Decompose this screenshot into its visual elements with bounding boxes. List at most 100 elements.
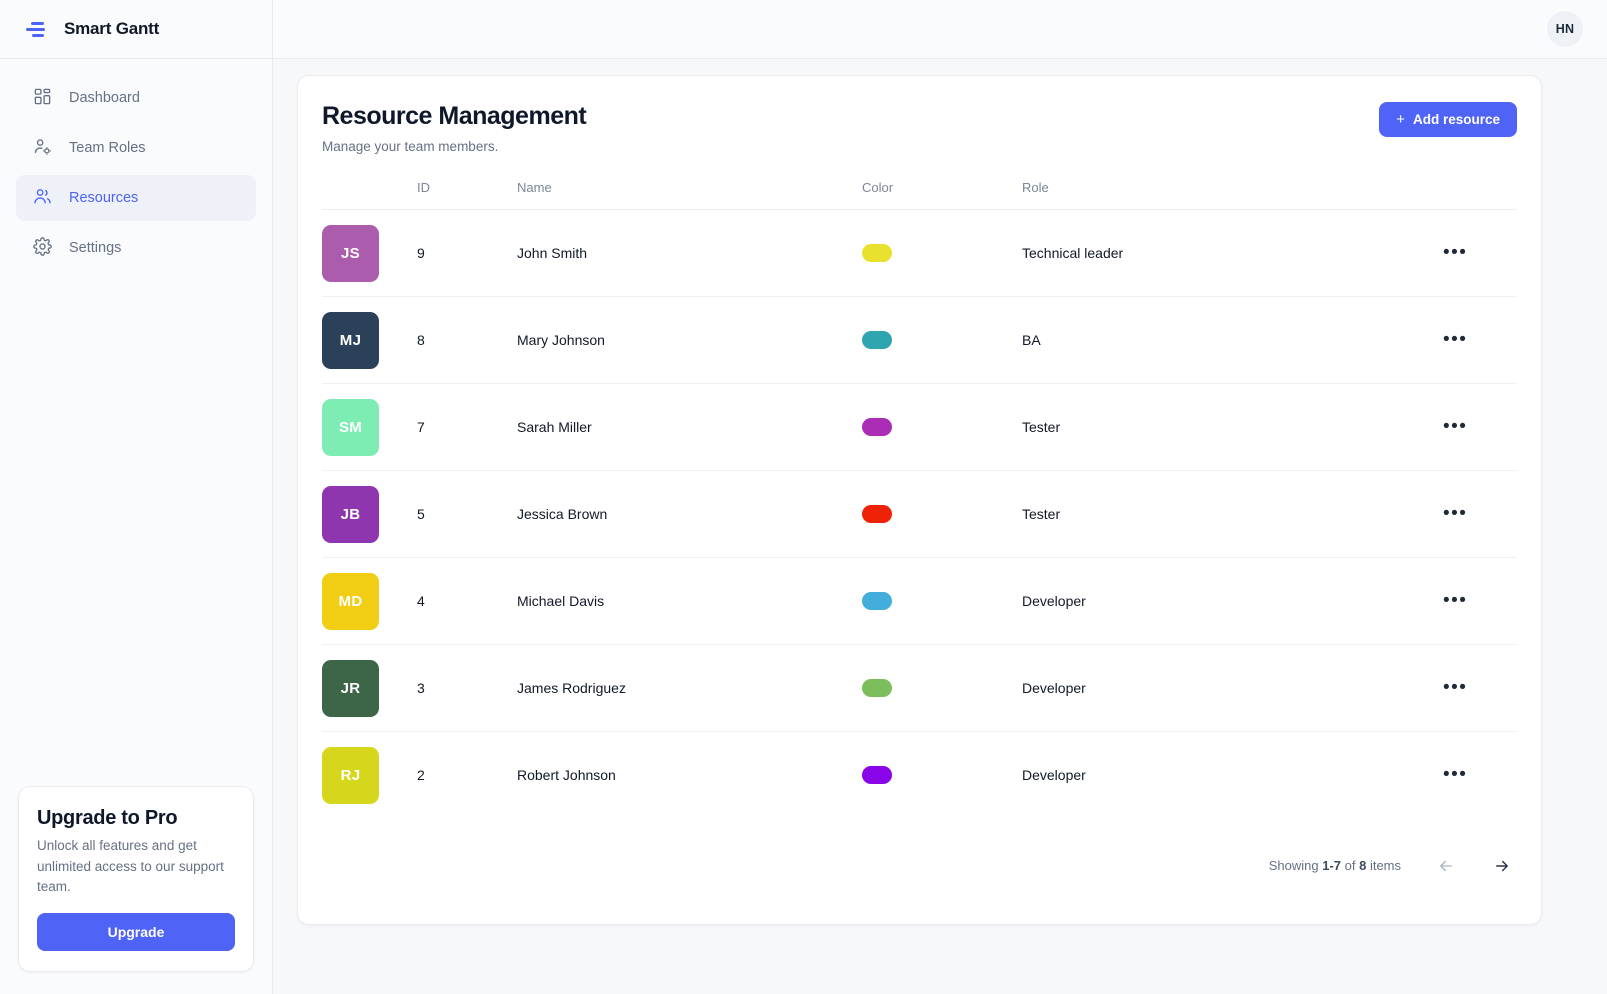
- ellipsis-icon[interactable]: •••: [1437, 244, 1473, 262]
- table-row[interactable]: JB 5Jessica Brown Tester•••: [322, 471, 1517, 558]
- cell-name: Jessica Brown: [517, 471, 862, 558]
- column-header-actions: [1437, 180, 1517, 210]
- table-head: ID Name Color Role: [322, 180, 1517, 210]
- cell-color: [862, 297, 1022, 384]
- add-resource-label: Add resource: [1413, 112, 1500, 127]
- app-root: Smart Gantt Dashboard: [0, 0, 1607, 994]
- cell-name: James Rodriguez: [517, 645, 862, 732]
- avatar: RJ: [322, 747, 379, 804]
- cell-avatar: JS: [322, 210, 417, 297]
- add-resource-button[interactable]: + Add resource: [1379, 102, 1517, 137]
- sidebar-spacer: [0, 271, 272, 786]
- sidebar-item-label: Team Roles: [69, 140, 146, 156]
- ellipsis-icon[interactable]: •••: [1437, 418, 1473, 436]
- pagination-prefix: Showing: [1269, 858, 1322, 873]
- upgrade-description: Unlock all features and get unlimited ac…: [37, 836, 235, 897]
- brand-title: Smart Gantt: [64, 19, 159, 39]
- resource-card: Resource Management Manage your team mem…: [297, 75, 1542, 925]
- users-icon: [33, 187, 52, 210]
- cell-color: [862, 732, 1022, 819]
- cell-actions: •••: [1437, 732, 1517, 819]
- cell-actions: •••: [1437, 645, 1517, 732]
- table-row[interactable]: RJ 2Robert Johnson Developer•••: [322, 732, 1517, 819]
- upgrade-button[interactable]: Upgrade: [37, 913, 235, 951]
- avatar: JR: [322, 660, 379, 717]
- gear-icon: [33, 237, 52, 260]
- pagination-of: of: [1341, 858, 1359, 873]
- ellipsis-icon[interactable]: •••: [1437, 592, 1473, 610]
- cell-name: Robert Johnson: [517, 732, 862, 819]
- table-row[interactable]: JR3James RodriguezDeveloper•••: [322, 645, 1517, 732]
- color-swatch: [862, 766, 892, 784]
- sidebar-nav: Dashboard Team Roles R: [0, 59, 272, 271]
- table-row[interactable]: JS 9John Smith Technical leader•••: [322, 210, 1517, 297]
- color-swatch: [862, 505, 892, 523]
- cell-role: BA: [1022, 297, 1437, 384]
- cell-role: Tester: [1022, 471, 1437, 558]
- cell-name: John Smith: [517, 210, 862, 297]
- color-swatch: [862, 418, 892, 436]
- arrow-left-icon[interactable]: [1435, 857, 1457, 875]
- cell-id: 5: [417, 471, 517, 558]
- cell-id: 7: [417, 384, 517, 471]
- table-header-row: ID Name Color Role: [322, 180, 1517, 210]
- cell-avatar: MD: [322, 558, 417, 645]
- cell-avatar: SM: [322, 384, 417, 471]
- sidebar-item-label: Settings: [69, 240, 121, 256]
- table-body: JS9John SmithTechnical leader•••MJ8Mary …: [322, 210, 1517, 819]
- avatar: SM: [322, 399, 379, 456]
- pagination-suffix: items: [1366, 858, 1401, 873]
- cell-role: Technical leader: [1022, 210, 1437, 297]
- card-header: Resource Management Manage your team mem…: [322, 102, 1517, 154]
- cell-role: Developer: [1022, 732, 1437, 819]
- cell-color: [862, 645, 1022, 732]
- upgrade-title: Upgrade to Pro: [37, 807, 235, 830]
- sidebar-item-team-roles[interactable]: Team Roles: [16, 125, 256, 171]
- column-header-role: Role: [1022, 180, 1437, 210]
- cell-actions: •••: [1437, 471, 1517, 558]
- arrow-right-icon[interactable]: [1491, 857, 1513, 875]
- ellipsis-icon[interactable]: •••: [1437, 679, 1473, 697]
- column-header-name: Name: [517, 180, 862, 210]
- cell-id: 2: [417, 732, 517, 819]
- column-header-id: ID: [417, 180, 517, 210]
- user-avatar[interactable]: HN: [1547, 11, 1583, 47]
- ellipsis-icon[interactable]: •••: [1437, 505, 1473, 523]
- page-subtitle: Manage your team members.: [322, 139, 586, 154]
- cell-role: Tester: [1022, 384, 1437, 471]
- table-row[interactable]: SM 7Sarah Miller Tester•••: [322, 384, 1517, 471]
- sidebar-item-settings[interactable]: Settings: [16, 225, 256, 271]
- cell-actions: •••: [1437, 297, 1517, 384]
- page-title: Resource Management: [322, 102, 586, 131]
- avatar: JS: [322, 225, 379, 282]
- page-content: Resource Management Manage your team mem…: [273, 59, 1607, 994]
- cell-avatar: RJ: [322, 732, 417, 819]
- cell-id: 4: [417, 558, 517, 645]
- cell-id: 9: [417, 210, 517, 297]
- page-heading-group: Resource Management Manage your team mem…: [322, 102, 586, 154]
- pagination-status: Showing 1-7 of 8 items: [1269, 858, 1401, 873]
- column-header-avatar: [322, 180, 417, 210]
- cell-name: Sarah Miller: [517, 384, 862, 471]
- cell-role: Developer: [1022, 558, 1437, 645]
- sidebar-item-label: Resources: [69, 190, 138, 206]
- main-area: HN Resource Management Manage your team …: [273, 0, 1607, 994]
- cell-id: 3: [417, 645, 517, 732]
- table-row[interactable]: MJ8Mary JohnsonBA•••: [322, 297, 1517, 384]
- cell-avatar: MJ: [322, 297, 417, 384]
- avatar: MJ: [322, 312, 379, 369]
- cell-color: [862, 471, 1022, 558]
- sidebar-item-dashboard[interactable]: Dashboard: [16, 75, 256, 121]
- column-header-color: Color: [862, 180, 1022, 210]
- avatar: JB: [322, 486, 379, 543]
- color-swatch: [862, 244, 892, 262]
- sidebar-item-resources[interactable]: Resources: [16, 175, 256, 221]
- ellipsis-icon[interactable]: •••: [1437, 766, 1473, 784]
- color-swatch: [862, 592, 892, 610]
- table-row[interactable]: MD4Michael DavisDeveloper•••: [322, 558, 1517, 645]
- topbar: HN: [273, 0, 1607, 59]
- ellipsis-icon[interactable]: •••: [1437, 331, 1473, 349]
- color-swatch: [862, 331, 892, 349]
- cell-avatar: JR: [322, 645, 417, 732]
- pagination: Showing 1-7 of 8 items: [322, 857, 1517, 875]
